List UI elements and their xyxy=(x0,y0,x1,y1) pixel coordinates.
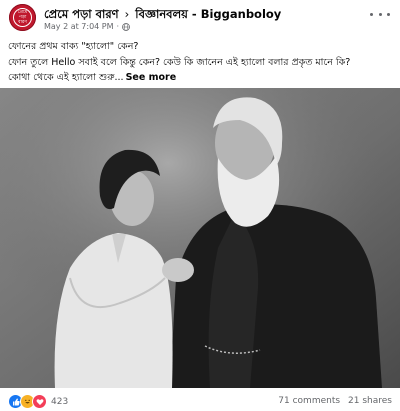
more-dot xyxy=(370,12,373,16)
post-photo[interactable] xyxy=(0,88,400,388)
post-stats: 71 comments 21 shares xyxy=(278,396,392,406)
post-line-2: ফোন তুলে Hello সবাই বলে কিন্তু কেন? কেউ … xyxy=(8,56,351,68)
post-line-3: কোথা থেকে এই হ্যালো শুরু... See more xyxy=(8,70,394,86)
love-icon xyxy=(32,394,47,409)
post-text: ফোনের প্রথম বাক্য "হ্যালো" কেন? ফোন তুলে… xyxy=(8,39,394,86)
man-coat xyxy=(170,204,382,388)
facebook-post: প্রেমে পড়া বারণ প্রেমে পড়া বারণ › বিজ্… xyxy=(0,0,400,411)
avatar-logo: প্রেমে পড়া বারণ xyxy=(13,8,32,27)
post-line-3-text: কোথা থেকে এই হ্যালো শুরু... xyxy=(8,72,124,83)
reactions-summary[interactable]: 423 xyxy=(8,394,68,409)
see-more-link[interactable]: See more xyxy=(126,72,177,83)
clasped-hands xyxy=(162,258,194,282)
page-avatar[interactable]: প্রেমে পড়া বারণ xyxy=(9,4,36,31)
meta-dot: · xyxy=(116,22,120,31)
group-name-link[interactable]: বিজ্ঞানবলয় - Bigganboloy xyxy=(135,7,281,21)
globe-icon[interactable] xyxy=(122,22,130,31)
shares-link[interactable]: 21 shares xyxy=(348,396,392,406)
comments-link[interactable]: 71 comments xyxy=(278,396,340,406)
more-options-icon[interactable] xyxy=(370,8,390,20)
chevron-right-icon: › xyxy=(124,7,130,21)
more-dot xyxy=(387,12,390,16)
post-line-1: ফোনের প্রথম বাক্য "হ্যালো" কেন? xyxy=(8,41,139,52)
post-meta: May 2 at 7:04 PM · xyxy=(44,22,130,31)
post-footer: 423 71 comments 21 shares xyxy=(0,388,400,411)
more-dot xyxy=(378,12,382,16)
reaction-count: 423 xyxy=(51,396,69,407)
photo-illustration xyxy=(0,88,400,388)
post-timestamp[interactable]: May 2 at 7:04 PM xyxy=(44,22,114,31)
post-header: প্রেমে পড়া বারণ প্রেমে পড়া বারণ › বিজ্… xyxy=(0,0,400,36)
page-name-link[interactable]: প্রেমে পড়া বারণ xyxy=(44,7,119,21)
